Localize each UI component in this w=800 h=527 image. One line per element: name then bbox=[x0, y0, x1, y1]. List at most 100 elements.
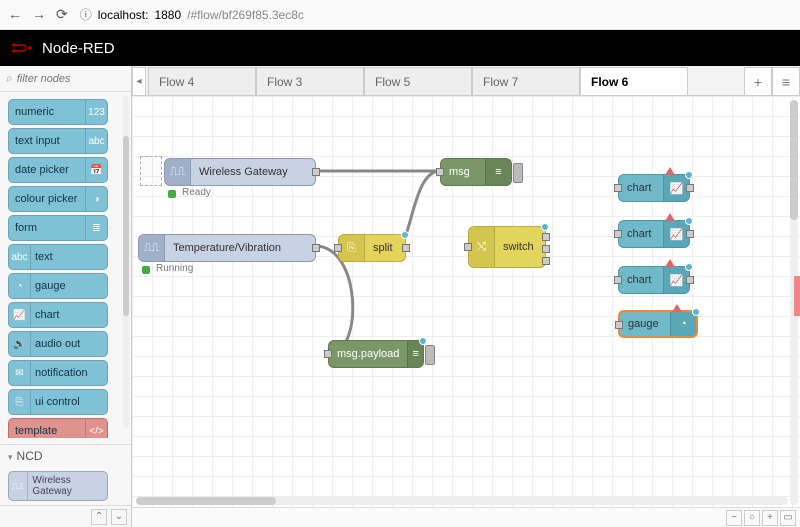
status-text: Running bbox=[156, 263, 193, 274]
zoom-in-button[interactable]: + bbox=[762, 510, 778, 526]
palette-list: numeric123 text inputabc date picker📅 co… bbox=[0, 92, 131, 438]
palette-node[interactable]: ⎘ui control bbox=[8, 389, 108, 415]
status-indicator bbox=[142, 266, 150, 274]
node-temperature-vibration[interactable]: ⎍⎍ Temperature/Vibration bbox=[138, 234, 316, 262]
reload-icon[interactable]: ⟳ bbox=[56, 6, 68, 23]
deploy-marker bbox=[794, 276, 800, 316]
input-port[interactable] bbox=[324, 350, 332, 358]
expand-all-icon[interactable]: ⌄ bbox=[111, 509, 127, 525]
output-port[interactable] bbox=[686, 230, 694, 238]
template-icon: </> bbox=[85, 419, 107, 438]
back-icon[interactable]: ← bbox=[8, 6, 22, 23]
output-port[interactable] bbox=[402, 244, 410, 252]
palette-node[interactable]: colour picker◑ bbox=[8, 186, 108, 212]
node-switch[interactable]: ⤭ switch bbox=[468, 226, 546, 268]
status-indicator bbox=[168, 190, 176, 198]
tab-flow3[interactable]: Flow 3 bbox=[256, 67, 364, 95]
debug-icon: ≡ bbox=[485, 159, 511, 185]
zoom-out-button[interactable]: − bbox=[726, 510, 742, 526]
forward-icon[interactable]: → bbox=[32, 6, 46, 23]
nav-icons: ← → ⟳ bbox=[8, 6, 68, 23]
input-port[interactable] bbox=[615, 321, 623, 329]
node-chart-3[interactable]: chart 📈 bbox=[618, 266, 690, 294]
output-port[interactable] bbox=[312, 168, 320, 176]
debug-icon: ≡ bbox=[407, 341, 423, 367]
input-port[interactable] bbox=[614, 184, 622, 192]
node-chart-2[interactable]: chart 📈 bbox=[618, 220, 690, 248]
palette-node[interactable]: date picker📅 bbox=[8, 157, 108, 183]
node-gauge[interactable]: gauge ◔ bbox=[618, 310, 698, 338]
workspace: ◂ Flow 4 Flow 3 Flow 5 Flow 7 Flow 6 + ≡… bbox=[132, 66, 800, 527]
canvas-hscrollbar[interactable] bbox=[136, 497, 788, 505]
changed-indicator bbox=[692, 308, 700, 316]
numeric-icon: 123 bbox=[85, 100, 107, 124]
input-port[interactable] bbox=[436, 168, 444, 176]
debug-toggle-button[interactable] bbox=[425, 345, 435, 365]
palette-node-wireless[interactable]: ⎍⎍ Wireless Gateway bbox=[8, 471, 108, 501]
changed-indicator bbox=[541, 223, 549, 231]
add-tab-button[interactable]: + bbox=[744, 67, 772, 95]
node-debug-msg[interactable]: msg ≡ bbox=[440, 158, 512, 186]
app-title: Node-RED bbox=[42, 40, 115, 57]
debug-toggle-button[interactable] bbox=[513, 163, 523, 183]
tab-flow6[interactable]: Flow 6 bbox=[580, 67, 688, 95]
palette-toggle-icon[interactable]: ◂ bbox=[132, 67, 146, 95]
palette-node[interactable]: numeric123 bbox=[8, 99, 108, 125]
info-icon: ⓘ bbox=[80, 6, 92, 23]
tab-flow4[interactable]: Flow 4 bbox=[148, 67, 256, 95]
chart-icon: 📈 bbox=[9, 303, 31, 327]
palette-node[interactable]: text inputabc bbox=[8, 128, 108, 154]
palette-node[interactable]: form≣ bbox=[8, 215, 108, 241]
wireless-icon: ⎍⎍ bbox=[165, 159, 191, 185]
tab-bar: ◂ Flow 4 Flow 3 Flow 5 Flow 7 Flow 6 + ≡ bbox=[132, 66, 800, 96]
input-port[interactable] bbox=[464, 243, 472, 251]
palette-node[interactable]: 🔊audio out bbox=[8, 331, 108, 357]
input-port[interactable] bbox=[614, 276, 622, 284]
collapse-all-icon[interactable]: ⌃ bbox=[91, 509, 107, 525]
search-icon: ⌕ bbox=[6, 71, 13, 86]
list-tabs-button[interactable]: ≡ bbox=[772, 67, 800, 95]
error-icon bbox=[665, 167, 675, 175]
selection-box bbox=[140, 156, 162, 186]
output-port-1[interactable] bbox=[542, 233, 550, 241]
calendar-icon: 📅 bbox=[85, 158, 107, 182]
tab-flow5[interactable]: Flow 5 bbox=[364, 67, 472, 95]
canvas-footer: − ○ + ▭ bbox=[132, 507, 800, 527]
palette-node[interactable]: ◔gauge bbox=[8, 273, 108, 299]
changed-indicator bbox=[401, 231, 409, 239]
input-port[interactable] bbox=[614, 230, 622, 238]
changed-indicator bbox=[685, 217, 693, 225]
output-port[interactable] bbox=[686, 276, 694, 284]
tab-flow7[interactable]: Flow 7 bbox=[472, 67, 580, 95]
url-bar[interactable]: ⓘ localhost:1880/#flow/bf269f85.3ec8c bbox=[80, 6, 792, 23]
palette-node[interactable]: 📈chart bbox=[8, 302, 108, 328]
palette-scrollbar[interactable] bbox=[123, 96, 129, 428]
palette-footer: ⌃ ⌄ bbox=[0, 505, 131, 527]
output-port[interactable] bbox=[312, 244, 320, 252]
text-icon: abc bbox=[85, 129, 107, 153]
changed-indicator bbox=[419, 337, 427, 345]
palette-node[interactable]: abctext bbox=[8, 244, 108, 270]
navigator-button[interactable]: ▭ bbox=[780, 510, 796, 526]
uicontrol-icon: ⎘ bbox=[9, 390, 31, 414]
node-wireless-gateway[interactable]: ⎍⎍ Wireless Gateway bbox=[164, 158, 316, 186]
flow-canvas[interactable]: ⎍⎍ Wireless Gateway Ready msg ≡ ⎍⎍ Tempe… bbox=[132, 96, 800, 527]
output-port[interactable] bbox=[686, 184, 694, 192]
url-path: /#flow/bf269f85.3ec8c bbox=[187, 8, 304, 22]
zoom-reset-button[interactable]: ○ bbox=[744, 510, 760, 526]
output-port-3[interactable] bbox=[542, 257, 550, 265]
output-port-2[interactable] bbox=[542, 245, 550, 253]
node-chart-1[interactable]: chart 📈 bbox=[618, 174, 690, 202]
scrollbar-thumb[interactable] bbox=[123, 136, 129, 316]
node-split[interactable]: ⎘ split bbox=[338, 234, 406, 262]
scrollbar-thumb[interactable] bbox=[790, 100, 798, 220]
palette-category-ncd[interactable]: NCD bbox=[0, 444, 131, 467]
scrollbar-thumb[interactable] bbox=[136, 497, 276, 505]
palette-node[interactable]: template</> bbox=[8, 418, 108, 438]
node-debug-payload[interactable]: msg.payload ≡ bbox=[328, 340, 424, 368]
wireless-icon: ⎍⎍ bbox=[9, 472, 28, 500]
audio-icon: 🔊 bbox=[9, 332, 31, 356]
palette-filter-input[interactable] bbox=[17, 73, 107, 85]
input-port[interactable] bbox=[334, 244, 342, 252]
palette-node[interactable]: ✉notification bbox=[8, 360, 108, 386]
